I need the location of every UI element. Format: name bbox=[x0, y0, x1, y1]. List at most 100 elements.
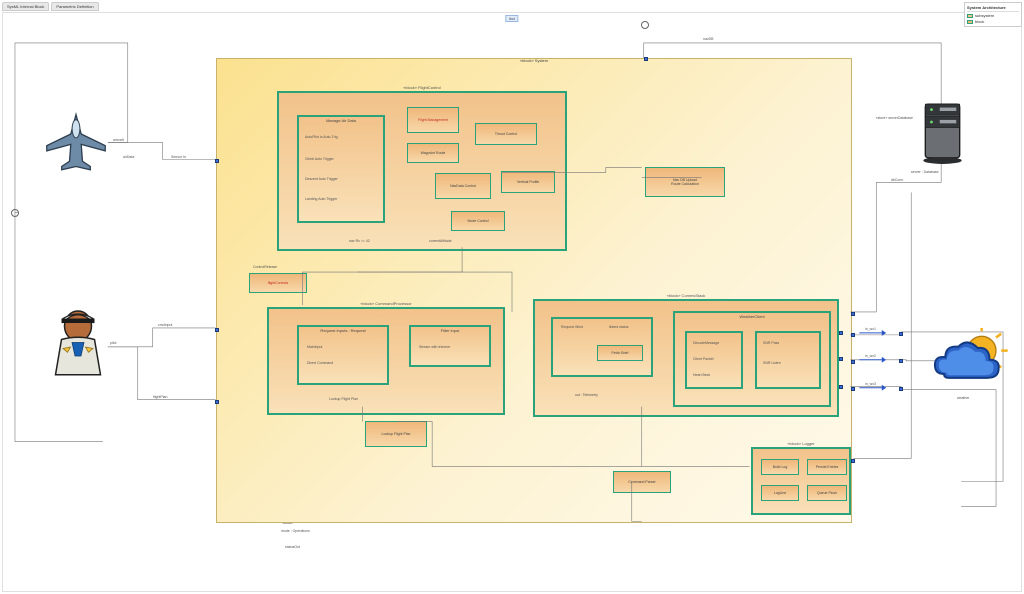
flightcontrol-block[interactable]: «block» FlightControl Manage Air Data Au… bbox=[277, 91, 567, 251]
fc-mode-label: Mode Control bbox=[467, 219, 488, 223]
legend-panel: System Architecture subsystem block bbox=[964, 2, 1022, 27]
fc-navdata[interactable]: NavData Control bbox=[435, 173, 491, 199]
comms-decode[interactable]: DecodeMessage Client Packet Heart Beat bbox=[685, 331, 743, 389]
logger-persist-label: Persist Entries bbox=[816, 465, 839, 469]
cmd-parser[interactable]: Command Parser bbox=[613, 471, 671, 493]
lbl-wx2: in_wx2 bbox=[865, 354, 876, 358]
comms-port-1[interactable] bbox=[839, 331, 843, 335]
logger-line[interactable]: LogLine bbox=[761, 485, 799, 501]
tab-1[interactable]: SysML Internal Block bbox=[2, 2, 49, 11]
lbl-wx1: in_wx1 bbox=[865, 327, 876, 331]
navdb-block[interactable]: Nav DB Upload Route Calculation bbox=[645, 167, 725, 197]
logger-build[interactable]: Build Log bbox=[761, 459, 799, 475]
system-block-label: «block» System bbox=[520, 58, 548, 63]
fc-thrust[interactable]: Thrust Control bbox=[475, 123, 537, 145]
editor-tabs: SysML Internal Block Parametric Definiti… bbox=[2, 2, 99, 11]
region-port-right-4[interactable] bbox=[851, 387, 855, 391]
server-store-label: «store» serverDatabase bbox=[873, 116, 913, 120]
logger-line-label: LogLine bbox=[774, 491, 786, 495]
region-port-right-5[interactable] bbox=[851, 459, 855, 463]
region-port-right-1[interactable] bbox=[851, 312, 855, 316]
ext-port-wx1[interactable] bbox=[899, 332, 903, 336]
cmdproc-block[interactable]: «block» CommandProcessor Request Inputs … bbox=[267, 307, 505, 415]
fc-navdata-label: NavData Control bbox=[450, 184, 476, 188]
region-port-left-3[interactable] bbox=[215, 400, 219, 404]
region-port-left-1[interactable] bbox=[215, 159, 219, 163]
comms-port-3[interactable] bbox=[839, 385, 843, 389]
lbl-db: dbConn bbox=[891, 178, 903, 182]
server-icon[interactable]: «store» serverDatabase server : Database bbox=[915, 98, 970, 168]
logger-title: «block» Logger bbox=[787, 441, 814, 446]
weather-icon[interactable]: weather bbox=[931, 328, 1009, 394]
fc-waypoint[interactable]: Waypoint Route bbox=[407, 143, 459, 163]
ext-port-wx3[interactable] bbox=[899, 387, 903, 391]
cmdproc-inner2-label: Filter input bbox=[441, 328, 460, 333]
ctrl-release[interactable]: flightControls bbox=[249, 273, 307, 293]
fc-guard: nav Rx >= 42 bbox=[349, 239, 370, 243]
comms-fetch[interactable]: Fetch Brief bbox=[597, 345, 643, 361]
fc-alt: currentAltitude bbox=[429, 239, 452, 243]
fc-vertical[interactable]: Vertical Profile bbox=[501, 171, 555, 193]
diagram-title: ibd bbox=[505, 15, 518, 22]
cmdproc-r4: Lookup Flight Plan bbox=[329, 397, 358, 401]
comms-snr2: SNR Listen bbox=[763, 361, 781, 365]
fc-manage-airdata-label: Manage Air Data bbox=[326, 118, 356, 123]
system-block[interactable]: «block» System «block» FlightControl Man… bbox=[216, 58, 852, 523]
diagram-canvas[interactable]: ibd bbox=[2, 12, 1022, 592]
logger-persist[interactable]: Persist Entries bbox=[807, 459, 847, 475]
region-port-top[interactable] bbox=[644, 57, 648, 61]
cmdproc-inner[interactable]: Request Inputs : Request MainInput Diver… bbox=[297, 325, 389, 385]
fc-mode[interactable]: Mode Control bbox=[451, 211, 505, 231]
comms-fetch-label: Fetch Brief bbox=[612, 351, 629, 355]
cmdproc-r3: Stream with trimmer bbox=[419, 345, 450, 349]
comms-decode-r2: Client Packet bbox=[693, 357, 714, 361]
cmdproc-inner-label: Request Inputs : Request bbox=[320, 328, 365, 333]
comms-out-label: out : Telemetry bbox=[575, 393, 598, 397]
legend-title: System Architecture bbox=[967, 5, 1019, 12]
legend-row-1: subsystem bbox=[975, 13, 994, 18]
comms-r2: linked status bbox=[609, 325, 628, 329]
region-port-right-3[interactable] bbox=[851, 360, 855, 364]
aircraft-icon[interactable]: aircraft bbox=[41, 108, 111, 173]
lbl-status: statusOut bbox=[285, 545, 300, 549]
cmdproc-r2: Divert Command bbox=[307, 361, 333, 365]
fc-manage-airdata[interactable]: Manage Air Data AutoPilot is Auto-Trig C… bbox=[297, 115, 385, 223]
server-label: server : Database bbox=[911, 170, 939, 174]
pilot-label: pilot bbox=[110, 341, 116, 345]
lbl-airdata: airData bbox=[123, 155, 134, 159]
comms-req[interactable]: Request Wind linked status Fetch Brief bbox=[551, 317, 653, 377]
comms-title: «block» CommsStack bbox=[667, 293, 706, 298]
cmdproc-title: «block» CommandProcessor bbox=[360, 301, 411, 306]
comms-r1: Request Wind bbox=[561, 325, 583, 329]
weather-label: weather bbox=[957, 396, 969, 400]
lbl-fp: flightPlan bbox=[153, 395, 167, 399]
comms-port-2[interactable] bbox=[839, 357, 843, 361]
navdb-row2: Route Calculation bbox=[671, 182, 699, 186]
fc-waypoint-label: Waypoint Route bbox=[421, 151, 446, 155]
comms-decode-r3: Heart Beat bbox=[693, 373, 710, 377]
pilot-icon[interactable]: pilot bbox=[48, 301, 108, 381]
ctrl-release-label: flightControls bbox=[268, 281, 288, 285]
comms-snr[interactable]: SNR Pass SNR Listen bbox=[755, 331, 821, 389]
lbl-navdb: navDB bbox=[703, 37, 714, 41]
comms-decode-r1: DecodeMessage bbox=[693, 341, 719, 345]
comms-block[interactable]: «block» CommsStack Request Wind linked s… bbox=[533, 299, 839, 417]
logger-build-label: Build Log bbox=[773, 465, 788, 469]
cmd-parser-label: Command Parser bbox=[628, 480, 655, 484]
ext-port-wx2[interactable] bbox=[899, 359, 903, 363]
comms-client[interactable]: WeatherClient DecodeMessage Client Packe… bbox=[673, 311, 831, 407]
outer-port-top bbox=[641, 21, 649, 29]
logger-queue-label: Queue Flush bbox=[817, 491, 837, 495]
cmdproc-inner2[interactable]: Filter input Stream with trimmer bbox=[409, 325, 491, 367]
logger-block[interactable]: «block» Logger Build Log Persist Entries… bbox=[751, 447, 851, 515]
tab-2[interactable]: Parametric Definition bbox=[51, 2, 98, 11]
region-port-left-2[interactable] bbox=[215, 328, 219, 332]
fc-flight-mgmt[interactable]: Flight Management bbox=[407, 107, 459, 133]
ctrl-release-title: ControlRelease bbox=[253, 265, 277, 269]
lbl-wx3: in_wx3 bbox=[865, 382, 876, 386]
lookup-fp[interactable]: Lookup Flight Plan bbox=[365, 421, 427, 447]
region-port-right-2[interactable] bbox=[851, 333, 855, 337]
fc-row-d: Landing Auto Trigger bbox=[305, 197, 337, 201]
logger-queue[interactable]: Queue Flush bbox=[807, 485, 847, 501]
mode-ops-label: mode : Operations bbox=[281, 529, 310, 533]
